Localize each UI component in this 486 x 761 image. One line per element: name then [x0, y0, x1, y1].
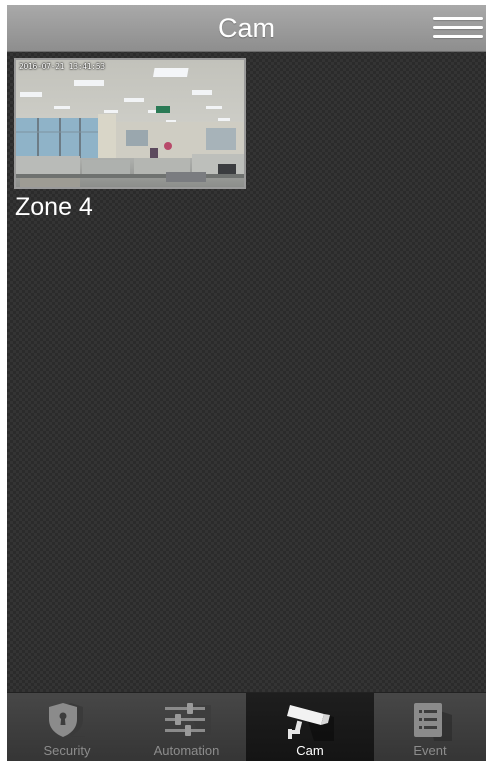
cam-screen: Cam 2016-07-21 13:41:53 Zone 4 Security … [7, 5, 486, 761]
page-title: Cam [217, 13, 275, 43]
tab-automation[interactable]: Automation [127, 693, 246, 761]
sliders-icon [164, 703, 211, 736]
camera-timestamp: 2016-07-21 13:41:53 [19, 62, 105, 71]
camera-zone-label: Zone 4 [15, 193, 93, 221]
menu-icon [433, 17, 483, 20]
tab-label-security: Security [43, 743, 91, 758]
tab-label-cam: Cam [296, 743, 324, 758]
security-camera-icon [287, 705, 334, 741]
shield-lock-icon [49, 703, 85, 737]
event-list-icon [414, 703, 452, 741]
tab-event[interactable]: Event [374, 693, 486, 761]
camera-snapshot-image [16, 60, 244, 187]
menu-button[interactable] [433, 15, 483, 41]
menu-icon-bar [433, 35, 483, 38]
tab-label-automation: Automation [153, 743, 220, 758]
menu-icon-bar [433, 26, 483, 29]
tab-cam[interactable]: Cam [246, 693, 374, 761]
camera-thumbnail[interactable]: 2016-07-21 13:41:53 [14, 58, 246, 189]
tab-security[interactable]: Security [7, 693, 127, 761]
header-bar: Cam [7, 5, 486, 51]
bottom-tab-bar: Security Automation Cam Event [7, 692, 486, 761]
tab-label-event: Event [413, 743, 447, 758]
